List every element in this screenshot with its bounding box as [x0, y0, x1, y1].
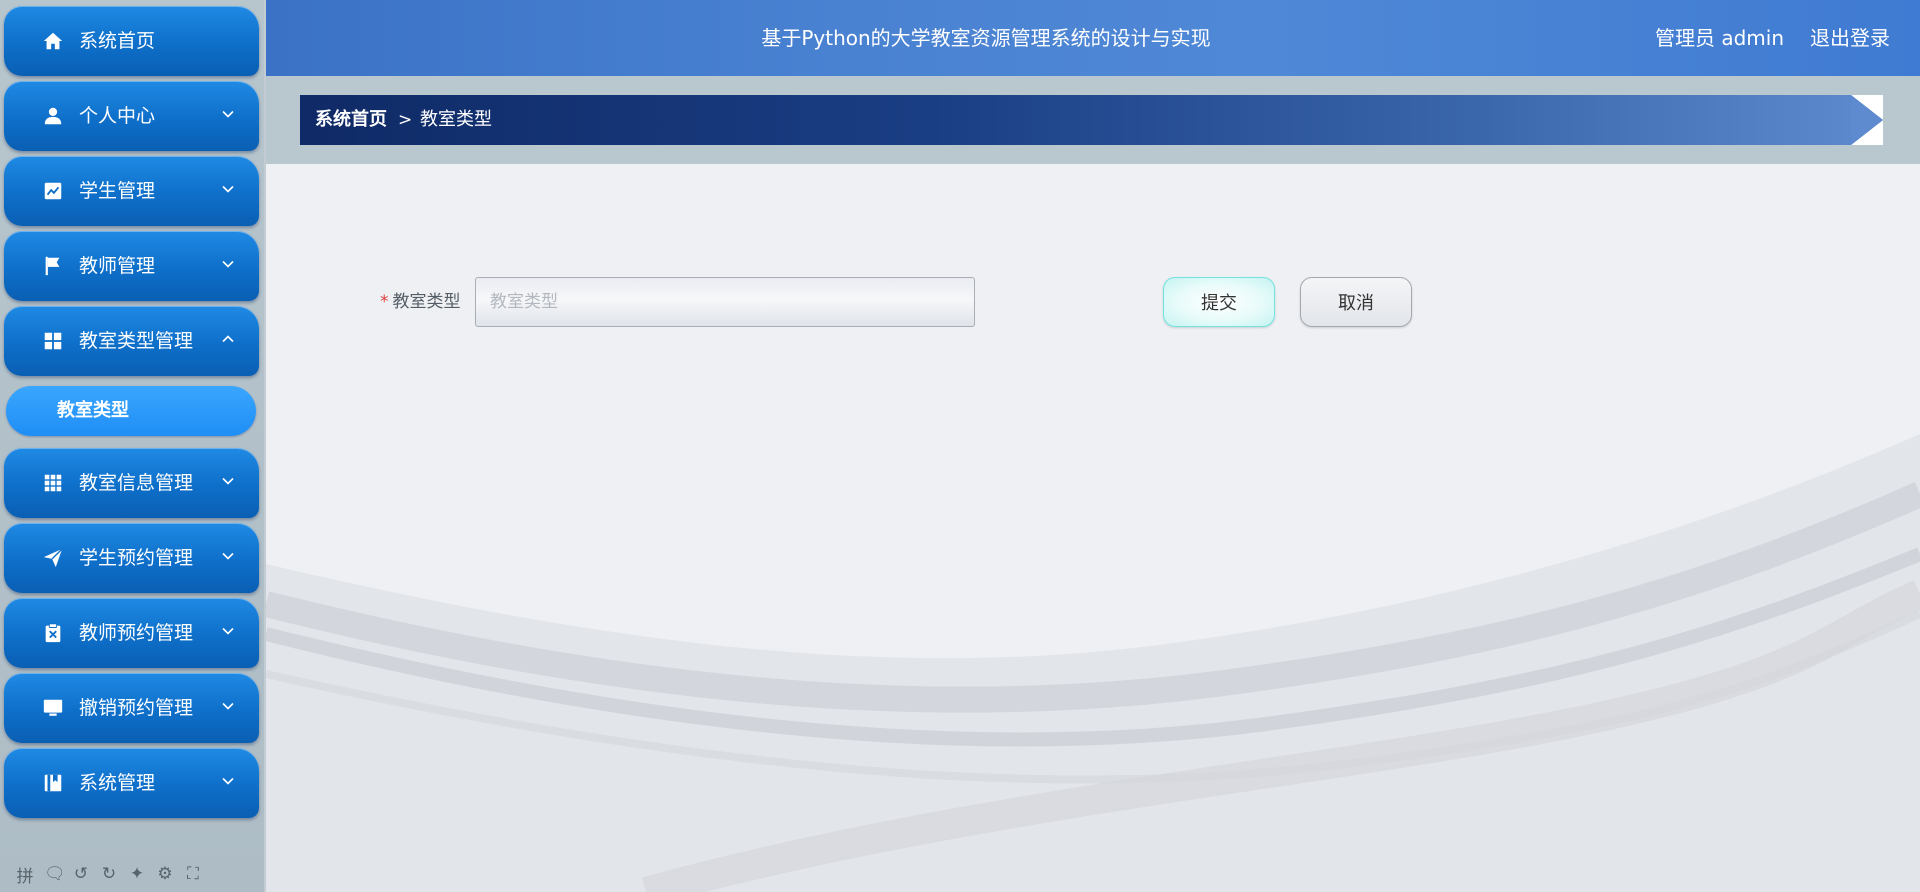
grid-2x2-icon — [42, 330, 64, 352]
main-content — [266, 164, 1920, 892]
sidebar-item-label: 教师预约管理 — [79, 622, 194, 644]
send-icon — [42, 547, 64, 569]
classroom-type-label-text: 教室类型 — [392, 292, 461, 312]
chevron-down-icon — [221, 699, 235, 713]
app-title: 基于Python的大学教室资源管理系统的设计与实现 — [761, 26, 1211, 50]
ime-undo-icon[interactable]: ↺ — [72, 864, 90, 884]
chart-icon — [42, 180, 64, 202]
chevron-down-icon — [221, 474, 235, 488]
monitor-icon — [42, 697, 64, 719]
breadcrumb-current: 教室类型 — [420, 109, 492, 130]
ime-settings-icon[interactable]: ⚙ — [156, 864, 174, 884]
home-icon — [42, 30, 64, 52]
ime-skin-icon[interactable]: ✦ — [128, 864, 146, 884]
sidebar-item-cancel-reservation-management[interactable]: 撤销预约管理 — [4, 673, 259, 743]
sidebar-item-student-management[interactable]: 学生管理 — [4, 156, 259, 226]
book-icon — [42, 772, 64, 794]
submit-button[interactable]: 提交 — [1163, 277, 1275, 327]
classroom-type-input[interactable] — [475, 277, 975, 327]
sidebar-item-student-reservation-management[interactable]: 学生预约管理 — [4, 523, 259, 593]
chevron-down-icon — [221, 257, 235, 271]
chevron-down-icon — [221, 624, 235, 638]
sidebar-item-label: 教室类型管理 — [79, 330, 194, 352]
chevron-down-icon — [221, 774, 235, 788]
classroom-type-label: * 教室类型 — [380, 288, 461, 316]
sidebar-item-personal-center[interactable]: 个人中心 — [4, 81, 259, 151]
logout-link[interactable]: 退出登录 — [1810, 0, 1890, 76]
ime-expand-icon[interactable]: ⛶ — [184, 864, 202, 884]
sidebar-item-teacher-reservation-management[interactable]: 教师预约管理 — [4, 598, 259, 668]
flag-icon — [42, 255, 64, 277]
ime-redo-icon[interactable]: ↻ — [100, 864, 118, 884]
sidebar-item-system-management[interactable]: 系统管理 — [4, 748, 259, 818]
breadcrumb: 系统首页 > 教室类型 — [300, 95, 1883, 145]
chevron-up-icon — [221, 332, 235, 346]
breadcrumb-separator: > — [398, 110, 413, 130]
sidebar-item-label: 教师管理 — [79, 255, 156, 277]
required-mark: * — [380, 292, 389, 312]
chevron-down-icon — [221, 107, 235, 121]
clipboard-x-icon — [42, 622, 64, 644]
sidebar-subitem-classroom-type[interactable]: 教室类型 — [6, 386, 256, 436]
sidebar-item-label: 系统管理 — [79, 772, 156, 794]
sidebar-item-label: 学生管理 — [79, 180, 156, 202]
ime-toolbar: 拼 🗨 ↺ ↻ ✦ ⚙ ⛶ — [16, 862, 202, 887]
breadcrumb-home-link[interactable]: 系统首页 — [315, 95, 387, 145]
current-user: 管理员 admin — [1654, 26, 1784, 50]
sidebar-item-label: 个人中心 — [79, 105, 156, 127]
chevron-down-icon — [221, 549, 235, 563]
grid-3x3-icon — [42, 472, 64, 494]
sidebar-subitem-label: 教室类型 — [57, 400, 129, 421]
sidebar-item-label: 系统首页 — [79, 30, 156, 52]
sidebar-item-teacher-management[interactable]: 教师管理 — [4, 231, 259, 301]
background-waves — [266, 434, 1920, 892]
sidebar-item-label: 学生预约管理 — [79, 547, 194, 569]
cancel-button[interactable]: 取消 — [1300, 277, 1412, 327]
sidebar-item-label: 撤销预约管理 — [79, 697, 194, 719]
sidebar-item-classroom-type-management[interactable]: 教室类型管理 — [4, 306, 259, 376]
sidebar: 系统首页 个人中心 学生管理 教师管理 教室类型管理 教室类型 教室信息管理 学… — [0, 0, 264, 892]
top-header: 基于Python的大学教室资源管理系统的设计与实现 管理员 admin 退出登录 — [266, 0, 1920, 76]
ime-chat-icon[interactable]: 🗨 — [44, 864, 66, 884]
user-icon — [42, 105, 64, 127]
sidebar-item-classroom-info-management[interactable]: 教室信息管理 — [4, 448, 259, 518]
chevron-down-icon — [221, 182, 235, 196]
sidebar-item-label: 教室信息管理 — [79, 472, 194, 494]
ime-pinyin-icon[interactable]: 拼 — [16, 862, 34, 887]
sidebar-item-home[interactable]: 系统首页 — [4, 6, 259, 76]
